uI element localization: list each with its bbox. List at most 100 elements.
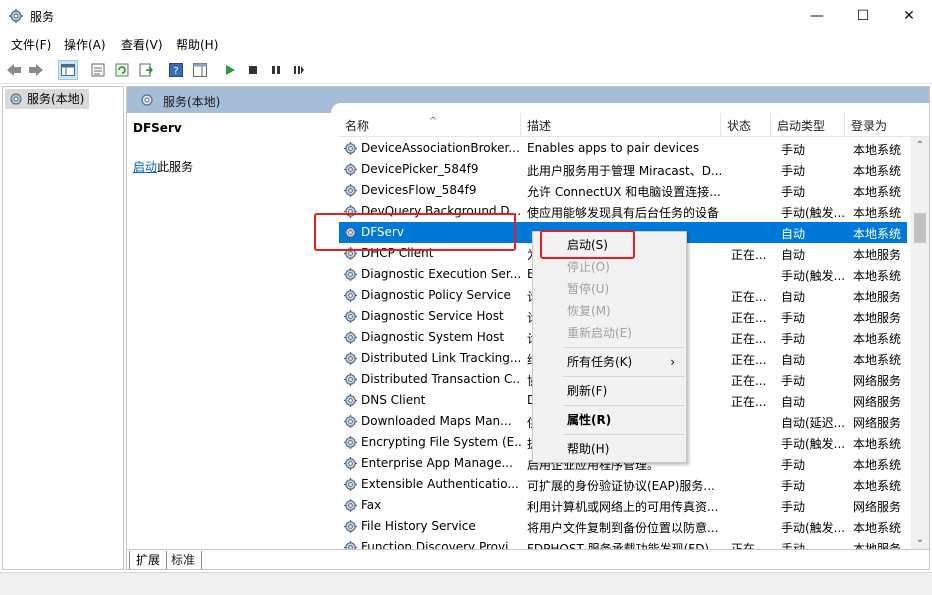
scroll-down-icon[interactable]: ⌄ (911, 531, 929, 549)
show-console-tree-icon[interactable] (58, 60, 78, 80)
service-gear-icon (343, 372, 358, 386)
column-header-startup-type[interactable]: 启动类型 (771, 113, 845, 137)
table-row[interactable]: Extensible Authenticatio... 可扩展的身份验证协议(EA… (339, 474, 907, 495)
column-header-status[interactable]: 状态 (721, 113, 771, 137)
close-button[interactable]: ✕ (886, 0, 932, 32)
menu-file[interactable]: 文件(F) (11, 36, 51, 53)
service-gear-icon (343, 477, 358, 491)
service-startup-type-cell: 手动 (781, 458, 806, 472)
service-name-text: Diagnostic Execution Ser... (361, 267, 521, 281)
service-logon-cell: 本地服务 (853, 542, 902, 549)
column-header-log-on-as[interactable]: 登录为 (845, 113, 911, 137)
scroll-thumb[interactable] (914, 213, 926, 243)
service-startup-type-cell: 手动(触发... (781, 521, 846, 535)
properties-sheet-icon[interactable] (88, 60, 108, 80)
menu-help[interactable]: 帮助(H) (176, 36, 218, 53)
service-name-text: Encrypting File System (E... (361, 435, 521, 449)
service-status-cell: 正在... (731, 311, 767, 325)
start-service-icon[interactable] (220, 60, 240, 80)
maximize-button[interactable]: ☐ (840, 0, 886, 32)
service-name-text: Function Discovery Provi... (361, 540, 520, 549)
service-logon-cell: 网络服务 (853, 416, 902, 430)
services-gear-icon (9, 9, 23, 23)
show-hide-action-pane-icon[interactable] (190, 60, 210, 80)
service-logon-cell: 本地系统 (853, 164, 902, 178)
service-name-cell: DevicesFlow_584f9 (343, 183, 521, 197)
minimize-button[interactable]: — (794, 0, 840, 32)
resume-service-icon[interactable] (289, 60, 309, 80)
toolbar: ? (0, 56, 932, 84)
extended-info-panel: DFServ 启动此服务 (127, 113, 327, 549)
service-name-text: Diagnostic Policy Service (361, 288, 511, 302)
vertical-scrollbar[interactable]: ⌃ ⌄ (911, 137, 929, 549)
column-header-name[interactable]: ^ 名称 (339, 113, 521, 137)
service-name-cell: Diagnostic Execution Ser... (343, 267, 521, 281)
table-row[interactable]: Function Discovery Provi... FDPHOST 服务承载功… (339, 537, 907, 549)
service-startup-type-cell: 手动 (781, 185, 806, 199)
service-startup-type-cell: 自动 (781, 248, 806, 262)
service-startup-type-cell: 手动 (781, 143, 806, 157)
service-name-text: Diagnostic Service Host (361, 309, 504, 323)
forward-arrow-icon[interactable] (26, 60, 46, 80)
service-name-cell: DNS Client (343, 393, 521, 407)
column-header-description[interactable]: 描述 (521, 113, 721, 137)
table-row[interactable]: Fax 利用计算机或网络上的可用传真资... 手动 网络服务 (339, 495, 907, 516)
service-description-cell: 将用户文件复制到备份位置以防意... (527, 521, 719, 535)
table-row[interactable]: File History Service 将用户文件复制到备份位置以防意... 手动… (339, 516, 907, 537)
service-gear-icon (343, 414, 358, 428)
service-description-cell: 此用户服务用于管理 Miracast、D... (527, 164, 721, 178)
table-row[interactable]: DevicePicker_584f9 此用户服务用于管理 Miracast、D..… (339, 159, 907, 180)
service-logon-cell: 本地系统 (853, 479, 902, 493)
tab-standard[interactable]: 标准 (165, 551, 203, 569)
tab-extended[interactable]: 扩展 (129, 551, 168, 569)
menu-item-restart: 重新启动(E) (567, 326, 632, 340)
service-status-cell: 正在... (731, 374, 767, 388)
menu-item-all-tasks[interactable]: 所有任务(K) › (534, 351, 685, 373)
stop-service-icon[interactable] (243, 60, 263, 80)
service-name-cell: DevicePicker_584f9 (343, 162, 521, 176)
service-gear-icon (343, 456, 358, 470)
menu-item-pause: 暂停(U) (567, 282, 610, 296)
submenu-arrow-icon: › (670, 355, 675, 369)
pause-service-icon[interactable] (266, 60, 286, 80)
services-pane: 服务(本地) DFServ 启动此服务 ^ 名称 描述 状态 启动类型 登录为 … (126, 86, 930, 570)
refresh-icon[interactable] (112, 60, 132, 80)
service-name-cell: Encrypting File System (E... (343, 435, 521, 449)
menu-item-properties[interactable]: 属性(R) (534, 409, 685, 431)
table-row[interactable]: DevicesFlow_584f9 允许 ConnectUX 和电脑设置连接...… (339, 180, 907, 201)
service-startup-type-cell: 手动 (781, 500, 806, 514)
menu-bar: 文件(F) 操作(A) 查看(V) 帮助(H) (0, 33, 932, 55)
back-arrow-icon[interactable] (4, 60, 24, 80)
services-gear-icon (10, 93, 22, 105)
service-logon-cell: 本地服务 (853, 290, 902, 304)
help-icon[interactable]: ? (166, 60, 186, 80)
menu-item-refresh[interactable]: 刷新(F) (534, 380, 685, 402)
table-row[interactable]: DeviceAssociationBroker... Enables apps t… (339, 138, 907, 159)
scroll-up-icon[interactable]: ⌃ (911, 137, 929, 155)
service-logon-cell: 本地系统 (853, 332, 902, 346)
service-status-cell: 正在... (731, 332, 767, 346)
service-startup-type-cell: 手动 (781, 479, 806, 493)
tree-item-services-local[interactable]: 服务(本地) (5, 89, 89, 109)
service-name-text: File History Service (361, 519, 476, 533)
export-list-icon[interactable] (136, 60, 156, 80)
menu-item-resume: 恢复(M) (567, 304, 611, 318)
menu-view[interactable]: 查看(V) (121, 36, 163, 53)
service-description-cell: 允许 ConnectUX 和电脑设置连接... (527, 185, 721, 199)
menu-action[interactable]: 操作(A) (64, 36, 106, 53)
service-startup-type-cell: 手动 (781, 311, 806, 325)
service-logon-cell: 本地系统 (853, 227, 902, 241)
services-gear-icon (141, 94, 153, 106)
service-startup-type-cell: 手动 (781, 374, 806, 388)
tree-item-label: 服务(本地) (27, 92, 85, 106)
start-service-link[interactable]: 启动 (133, 160, 157, 174)
menu-item-help[interactable]: 帮助(H) (534, 438, 685, 460)
service-name-text: DNS Client (361, 393, 426, 407)
list-header: ^ 名称 描述 状态 启动类型 登录为 (339, 113, 929, 137)
service-gear-icon (343, 162, 358, 176)
service-description-cell: 使应用能够发现具有后台任务的设备 (527, 206, 720, 220)
start-service-suffix: 此服务 (157, 160, 194, 174)
svg-text:?: ? (173, 66, 178, 77)
menu-separator (563, 405, 685, 406)
service-logon-cell: 网络服务 (853, 395, 902, 409)
